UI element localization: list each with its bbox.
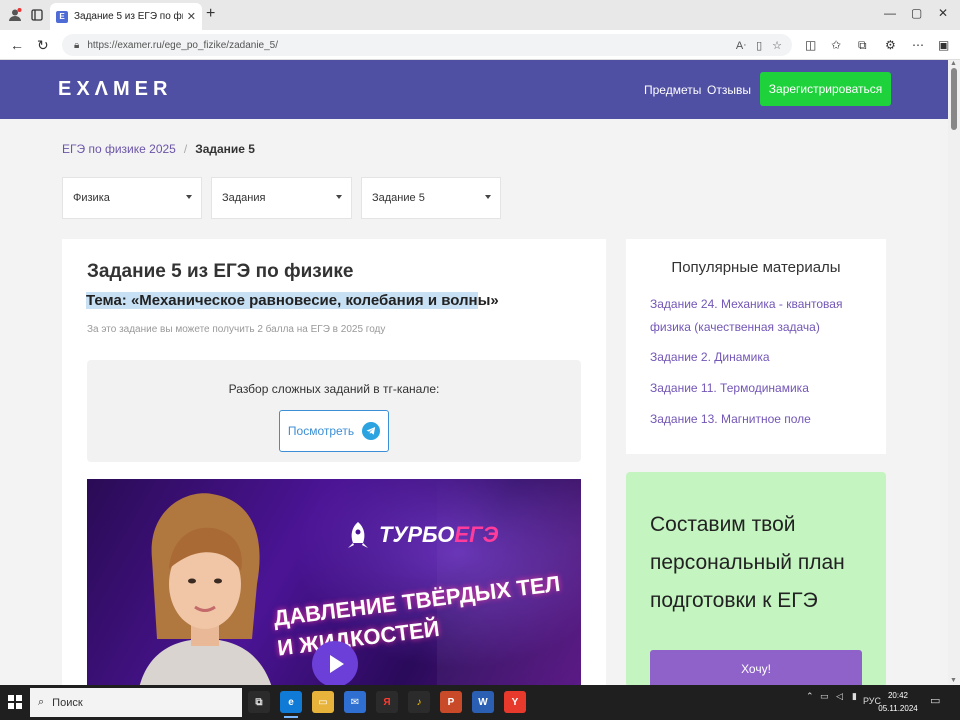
play-icon (330, 655, 344, 673)
task-select[interactable]: Задание 5 (361, 177, 501, 219)
favorite-star-icon[interactable]: ☆ (772, 39, 782, 52)
popular-link-4[interactable]: Задание 13. Магнитное поле (650, 408, 870, 431)
taskbar-clock[interactable]: 20:42 05.11.2024 (878, 689, 918, 715)
nav-subjects[interactable]: Предметы (644, 83, 701, 97)
popular-link-2[interactable]: Задание 2. Динамика (650, 346, 870, 369)
subject-select-value: Физика (73, 192, 110, 204)
telegram-promo-box: Разбор сложных заданий в тг-канале: Посм… (87, 360, 581, 462)
taskbar-search-label: Поиск (52, 696, 83, 709)
minimize-icon[interactable]: — (884, 6, 896, 20)
telegram-view-button[interactable]: Посмотреть (279, 410, 389, 452)
yandex-music-icon[interactable]: ♪ (408, 691, 430, 713)
window-close-icon[interactable]: ✕ (938, 6, 948, 20)
site-favicon-icon: E (56, 10, 68, 23)
mail-icon[interactable]: ✉ (344, 691, 366, 713)
task-card: Задание 5 из ЕГЭ по физике Тема: «Механи… (62, 239, 606, 689)
lock-icon: 🔒︎ (74, 39, 80, 51)
type-select[interactable]: Задания (211, 177, 352, 219)
site-header: EXΛMER Предметы Отзывы Зарегистрироватьс… (0, 60, 948, 119)
taskbar-search[interactable]: ⌕ Поиск (30, 688, 242, 717)
video-thumbnail[interactable]: ТУРБОЕГЭ ДАВЛЕНИЕ ТВЁРДЫХ ТЕЛ И ЖИДКОСТЕ… (87, 479, 581, 689)
profile-icon[interactable] (6, 6, 24, 24)
powerpoint-icon[interactable]: P (440, 691, 462, 713)
word-icon[interactable]: W (472, 691, 494, 713)
popular-link-1[interactable]: Задание 24. Механика - квантовая физика … (650, 293, 870, 339)
yandex-browser-icon[interactable]: Y (504, 691, 526, 713)
browser-tab-bar: E Задание 5 из ЕГЭ по физике 2025 ✕ + — … (0, 0, 960, 30)
task-view-icon[interactable]: ⧉ (248, 691, 270, 713)
immersive-reader-icon[interactable]: ▯ (756, 39, 762, 52)
windows-taskbar: ⌕ Поиск ⧉ e ▭ ✉ Я ♪ P W Y ⌃ ▭ ◁ ▮ РУС 20… (0, 685, 960, 720)
topic-selected-text: Тема: «Механическое равновесие, колебани… (86, 292, 478, 309)
scroll-down-icon[interactable]: ▼ (950, 677, 957, 684)
task-points-note: За это задание вы можете получить 2 балл… (87, 324, 386, 335)
nav-reviews[interactable]: Отзывы (707, 83, 751, 97)
network-icon[interactable]: ▭ (820, 691, 829, 702)
clock-date: 05.11.2024 (878, 704, 918, 713)
split-screen-icon[interactable]: ◫ (805, 38, 816, 52)
telegram-icon (362, 422, 381, 440)
page-title: Задание 5 из ЕГЭ по физике (87, 261, 354, 282)
presenter-photo (138, 493, 273, 689)
popular-materials-title: Популярные материалы (671, 259, 841, 276)
notifications-icon[interactable]: ▭ (930, 694, 940, 707)
yandex-icon[interactable]: Я (376, 691, 398, 713)
collections-icon[interactable]: ⧉ (858, 38, 867, 53)
breadcrumb-current: Задание 5 (195, 142, 255, 156)
site-logo[interactable]: EXΛMER (58, 78, 172, 101)
caret-down-icon (485, 195, 491, 199)
back-arrow-icon[interactable]: ← (10, 37, 24, 53)
edge-browser-icon[interactable]: e (280, 691, 302, 718)
task-select-value: Задание 5 (372, 192, 425, 204)
volume-icon[interactable]: ◁ (836, 691, 843, 702)
study-plan-promo: Составим твой персональный план подготов… (626, 472, 886, 688)
battery-icon[interactable]: ▮ (852, 691, 857, 702)
telegram-view-label: Посмотреть (287, 424, 355, 438)
sidebar-toggle-icon[interactable]: ▣ (938, 38, 949, 52)
page-scrollbar[interactable]: ▲ ▼ (948, 60, 960, 684)
maximize-icon[interactable]: ▢ (911, 6, 922, 20)
subject-select[interactable]: Физика (62, 177, 202, 219)
video-brand: ТУРБОЕГЭ (345, 521, 498, 549)
extension-icon[interactable]: ⚙ (885, 38, 896, 52)
task-topic: Тема: «Механическое равновесие, колебани… (86, 292, 499, 309)
search-icon: ⌕ (38, 696, 45, 708)
promo-want-button[interactable]: Хочу! (650, 650, 862, 688)
popular-materials-card: Популярные материалы Задание 24. Механик… (626, 239, 886, 454)
popular-link-3[interactable]: Задание 11. Термодинамика (650, 377, 870, 400)
scroll-thumb[interactable] (951, 68, 957, 130)
new-tab-plus-icon[interactable]: + (206, 5, 215, 23)
promo-text: Составим твой персональный план подготов… (650, 513, 845, 612)
breadcrumb: ЕГЭ по физике 2025 / Задание 5 (62, 142, 255, 156)
browser-tab-active[interactable]: E Задание 5 из ЕГЭ по физике 2025 ✕ (50, 3, 202, 30)
telegram-promo-text: Разбор сложных заданий в тг-канале: (228, 382, 440, 396)
tab-close-icon[interactable]: ✕ (187, 10, 196, 23)
tab-actions-icon[interactable] (28, 6, 46, 24)
register-button[interactable]: Зарегистрироваться (760, 72, 891, 106)
video-brand-white: ТУРБО (379, 522, 455, 547)
scroll-up-icon[interactable]: ▲ (950, 60, 957, 67)
favorites-icon[interactable]: ✩ (831, 38, 841, 52)
video-brand-pink: ЕГЭ (454, 522, 499, 547)
type-select-value: Задания (222, 192, 266, 204)
rocket-icon (348, 522, 368, 548)
file-explorer-icon[interactable]: ▭ (312, 691, 334, 713)
video-play-button[interactable] (312, 641, 358, 687)
breadcrumb-parent-link[interactable]: ЕГЭ по физике 2025 (62, 142, 176, 156)
refresh-icon[interactable]: ↻ (37, 37, 49, 54)
tray-chevron-up-icon[interactable]: ⌃ (806, 691, 814, 702)
windows-start-icon[interactable] (8, 695, 22, 709)
tab-title: Задание 5 из ЕГЭ по физике 2025 (74, 11, 183, 22)
topic-rest-text: ы» (477, 292, 499, 309)
read-aloud-icon[interactable]: Aᐧ (736, 39, 746, 52)
breadcrumb-separator: / (183, 142, 188, 156)
url-text: https://examer.ru/ege_po_fizike/zadanie_… (87, 39, 279, 51)
browser-menu-icon[interactable]: ⋯ (912, 38, 924, 52)
caret-down-icon (186, 195, 192, 199)
caret-down-icon (336, 195, 342, 199)
address-toolbar: ← ↻ 🔒︎ https://examer.ru/ege_po_fizike/z… (0, 30, 960, 60)
clock-time: 20:42 (887, 691, 909, 700)
url-field[interactable]: 🔒︎ https://examer.ru/ege_po_fizike/zadan… (62, 34, 792, 56)
